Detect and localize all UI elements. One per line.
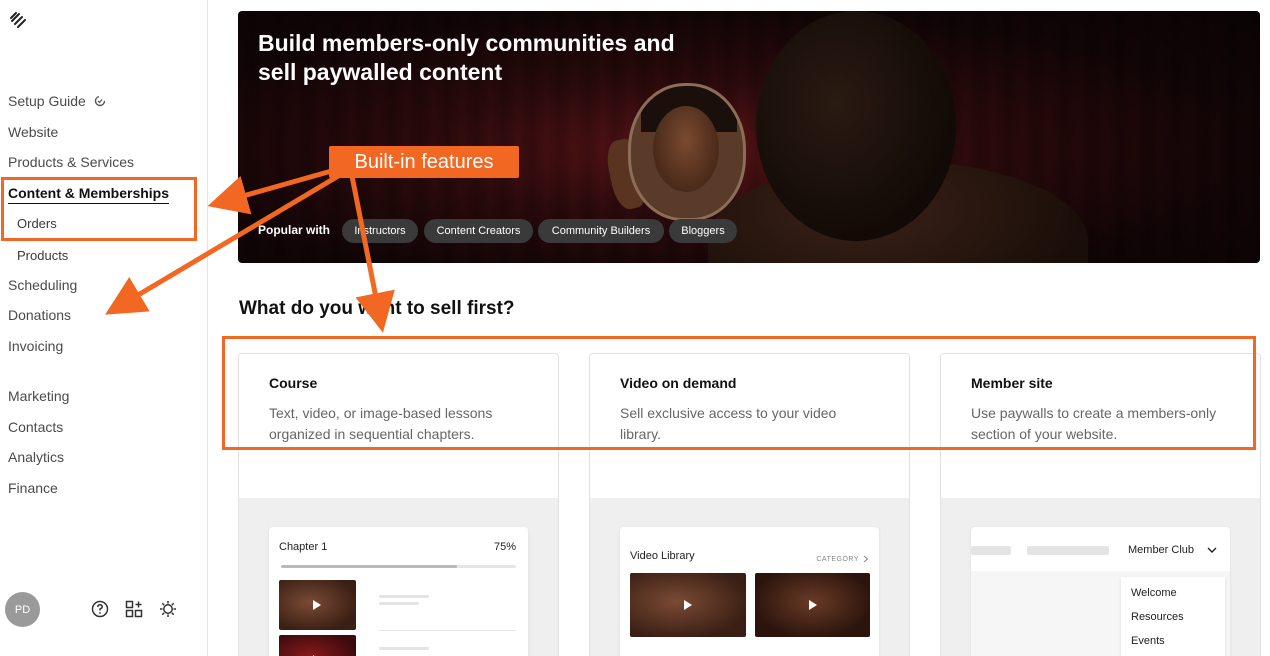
popular-with-label: Popular with: [258, 223, 330, 237]
sidebar-item-setup-guide[interactable]: Setup Guide: [8, 93, 106, 109]
member-site-preview: Member Club Welcome Resources Events: [971, 527, 1230, 656]
annotation-box-sidebar: [1, 177, 197, 241]
apps-icon[interactable]: [125, 600, 143, 618]
category-label[interactable]: CATEGORY: [816, 556, 859, 563]
sidebar-item-scheduling[interactable]: Scheduling: [8, 277, 77, 293]
section-title: What do you want to sell first?: [239, 298, 515, 319]
sidebar: Setup Guide Website Products & Services …: [0, 0, 208, 656]
member-club-dropdown: Welcome Resources Events: [1121, 577, 1225, 656]
sidebar-item-analytics[interactable]: Analytics: [8, 449, 64, 465]
chip-content-creators[interactable]: Content Creators: [424, 219, 533, 243]
sidebar-item-invoicing[interactable]: Invoicing: [8, 338, 63, 354]
sidebar-item-finance[interactable]: Finance: [8, 480, 58, 496]
video-thumbnail[interactable]: [279, 635, 356, 656]
member-club-label[interactable]: Member Club: [1128, 544, 1194, 556]
hero-title: Build members-only communities and sell …: [258, 30, 675, 85]
hero-banner: Build members-only communities and sell …: [238, 11, 1260, 263]
video-thumbnail[interactable]: [279, 580, 356, 630]
sidebar-item-marketing[interactable]: Marketing: [8, 388, 69, 404]
video-thumbnail[interactable]: [630, 573, 746, 637]
help-icon[interactable]: [91, 600, 109, 618]
sidebar-item-products-services[interactable]: Products & Services: [8, 154, 134, 170]
play-icon: [313, 600, 321, 610]
menu-item-resources[interactable]: Resources: [1131, 611, 1184, 623]
sidebar-item-contacts[interactable]: Contacts: [8, 419, 63, 435]
chip-community-builders[interactable]: Community Builders: [538, 219, 664, 243]
card-preview: Video Library CATEGORY: [590, 498, 909, 656]
card-preview: Chapter 1 75%: [239, 498, 558, 656]
play-icon: [684, 600, 692, 610]
chevron-right-icon: [863, 555, 869, 563]
sidebar-item-donations[interactable]: Donations: [8, 307, 71, 323]
menu-item-events[interactable]: Events: [1131, 635, 1165, 647]
video-thumbnail[interactable]: [755, 573, 870, 637]
sidebar-item-website[interactable]: Website: [8, 124, 58, 140]
chip-instructors[interactable]: Instructors: [342, 219, 418, 243]
chevron-down-icon: [1207, 547, 1217, 553]
hero-photo-head: [756, 11, 956, 241]
progress-percent: 75%: [493, 541, 516, 553]
progress-bar-fill: [281, 565, 458, 568]
chip-bloggers[interactable]: Bloggers: [669, 219, 737, 243]
menu-item-welcome[interactable]: Welcome: [1131, 587, 1177, 599]
sidebar-item-label: Setup Guide: [8, 93, 86, 109]
hero-photo-mirror: [628, 83, 746, 221]
sidebar-item-products[interactable]: Products: [17, 248, 68, 263]
card-preview: Member Club Welcome Resources Events: [941, 498, 1260, 656]
chapter-label: Chapter 1: [279, 541, 328, 553]
annotation-callout: Built-in features: [329, 146, 519, 178]
course-preview: Chapter 1 75%: [269, 527, 528, 656]
annotation-box-cards: [222, 336, 1256, 450]
squarespace-logo-icon[interactable]: [8, 10, 28, 30]
video-library-preview: Video Library CATEGORY: [620, 527, 879, 656]
play-icon: [809, 600, 817, 610]
avatar[interactable]: PD: [5, 592, 40, 627]
video-library-label: Video Library: [630, 550, 695, 562]
progress-ring-icon: [94, 95, 105, 107]
settings-icon[interactable]: [159, 600, 177, 618]
